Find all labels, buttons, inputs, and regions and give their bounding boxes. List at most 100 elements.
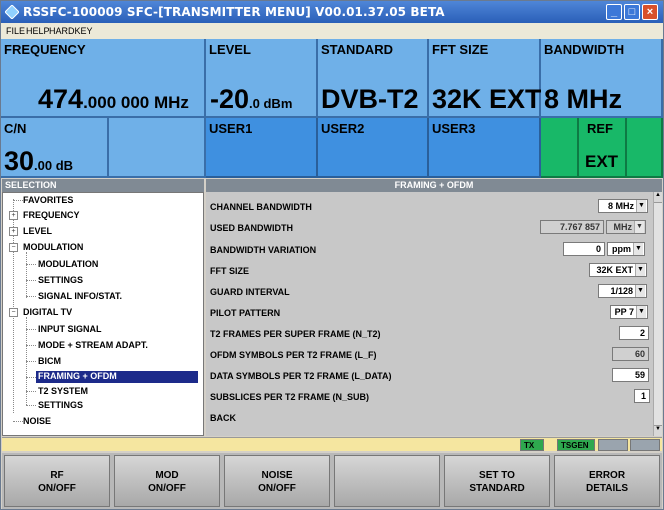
menu-hardkey[interactable]: HARDKEY [49, 26, 93, 36]
expand-level-icon[interactable]: + [9, 227, 18, 236]
title-bar: RSSFC-100009 SFC-[TRANSMITTER MENU] V00.… [1, 1, 663, 23]
frequency-fine-value: .000 000 MHz [83, 93, 189, 112]
data-symbols-input[interactable]: 59 [612, 368, 649, 382]
standard-value: DVB-T2 [321, 84, 419, 114]
tree-item-noise[interactable]: NOISE [23, 416, 51, 426]
tree-item-settings[interactable]: SETTINGS [38, 275, 83, 285]
user3-label: USER3 [432, 121, 476, 136]
fft-size-field[interactable]: FFT SIZE 32K EXT [429, 39, 542, 118]
bandwidth-variation-label: BANDWIDTH VARIATION [210, 245, 317, 255]
user2-label: USER2 [321, 121, 365, 136]
menu-help[interactable]: HELP [26, 26, 50, 36]
bandwidth-variation-input[interactable]: 0 [563, 242, 605, 256]
minimize-icon[interactable]: _ [606, 4, 622, 20]
tree-item-input-signal[interactable]: INPUT SIGNAL [38, 324, 102, 334]
set-to-standard-button[interactable]: SET TO STANDARD [444, 455, 550, 507]
tree-item-favorites[interactable]: FAVORITES [23, 195, 73, 205]
level-value: -20 [210, 84, 250, 114]
level-field[interactable]: LEVEL -20.0 dBm [206, 39, 318, 118]
tree-item-t2-system[interactable]: T2 SYSTEM [38, 386, 88, 396]
mod-onoff-button[interactable]: MOD ON/OFF [114, 455, 220, 507]
chevron-down-icon[interactable]: ▼ [636, 200, 646, 212]
green-cell-right [627, 118, 663, 178]
user1-label: USER1 [209, 121, 253, 136]
tsgen-indicator: TSGEN [557, 439, 595, 451]
frequency-label: FREQUENCY [4, 42, 86, 57]
green-cell-left [541, 118, 579, 178]
status-bar: TX TSGEN [2, 437, 662, 451]
subslices-input[interactable]: 1 [634, 389, 650, 403]
tx-indicator: TX [520, 439, 544, 451]
scroll-down-icon[interactable]: ▼ [654, 425, 662, 436]
cn-label: C/N [4, 121, 27, 136]
tree-item-level[interactable]: LEVEL [23, 226, 52, 236]
scroll-up-icon[interactable]: ▲ [654, 192, 662, 203]
channel-bandwidth-label: CHANNEL BANDWIDTH [210, 202, 312, 212]
chevron-down-icon[interactable]: ▼ [633, 243, 643, 255]
frequency-field[interactable]: FREQUENCY 474.000 000 MHz [1, 39, 206, 118]
ofdm-symbols-label: OFDM SYMBOLS PER T2 FRAME (L_F) [210, 350, 377, 360]
selection-tree: FAVORITES + FREQUENCY + LEVEL − MODULATI… [2, 192, 204, 436]
channel-bandwidth-select[interactable]: 8 MHz ▼ [598, 199, 648, 213]
maximize-icon[interactable]: □ [624, 4, 640, 20]
close-icon[interactable]: × [642, 4, 658, 20]
empty-header-cell [109, 118, 206, 178]
pilot-pattern-label: PILOT PATTERN [210, 308, 281, 318]
cn-field[interactable]: C/N 30.00 dB [1, 118, 109, 178]
tree-item-mode-stream[interactable]: MODE + STREAM ADAPT. [38, 340, 148, 350]
level-fine-value: .0 dBm [249, 96, 293, 111]
bandwidth-field[interactable]: BANDWIDTH 8 MHz [541, 39, 663, 118]
bandwidth-value: 8 MHz [544, 84, 623, 114]
user3-field[interactable]: USER3 [429, 118, 541, 178]
standard-field[interactable]: STANDARD DVB-T2 [318, 39, 429, 118]
tree-item-digital-tv[interactable]: DIGITAL TV [23, 307, 72, 317]
chevron-down-icon[interactable]: ▼ [635, 285, 645, 297]
user2-field[interactable]: USER2 [318, 118, 429, 178]
collapse-digital-tv-icon[interactable]: − [9, 308, 18, 317]
chevron-down-icon[interactable]: ▼ [636, 306, 646, 318]
rf-onoff-button[interactable]: RF ON/OFF [4, 455, 110, 507]
user1-field[interactable]: USER1 [206, 118, 318, 178]
fft-size-select[interactable]: 32K EXT ▼ [589, 263, 647, 277]
standard-label: STANDARD [321, 42, 393, 57]
t2-frames-input[interactable]: 2 [619, 326, 649, 340]
tree-item-modulation-sub[interactable]: MODULATION [38, 259, 98, 269]
fft-size-value: 32K EXT [432, 84, 542, 114]
pilot-pattern-select[interactable]: PP 7 ▼ [610, 305, 648, 319]
noise-onoff-button[interactable]: NOISE ON/OFF [224, 455, 330, 507]
error-details-button[interactable]: ERROR DETAILS [554, 455, 660, 507]
fft-size-label: FFT SIZE [210, 266, 249, 276]
subslices-label: SUBSLICES PER T2 FRAME (N_SUB) [210, 392, 370, 402]
status-cell-empty-1 [598, 439, 628, 451]
empty-softkey[interactable] [334, 455, 440, 507]
ref-value: EXT [585, 152, 619, 171]
tree-item-signal-info[interactable]: SIGNAL INFO/STAT. [38, 291, 122, 301]
status-cell-empty-2 [630, 439, 660, 451]
window-title: RSSFC-100009 SFC-[TRANSMITTER MENU] V00.… [23, 5, 445, 19]
fft-size-label: FFT SIZE [432, 42, 489, 57]
tree-item-framing-ofdm[interactable]: FRAMING + OFDM [36, 371, 198, 383]
panel-header: FRAMING + OFDM [206, 179, 662, 192]
frequency-value: 474 [38, 84, 84, 114]
used-bandwidth-value: 7.767 857 [540, 220, 604, 234]
main-window: RSSFC-100009 SFC-[TRANSMITTER MENU] V00.… [0, 0, 664, 510]
back-button[interactable]: BACK [210, 413, 236, 423]
menu-bar: FILE HELP HARDKEY [1, 23, 663, 39]
expand-frequency-icon[interactable]: + [9, 211, 18, 220]
tree-item-settings-dtv[interactable]: SETTINGS [38, 400, 83, 410]
app-diamond-icon [5, 5, 19, 19]
framing-ofdm-panel: CHANNEL BANDWIDTH 8 MHz ▼ USED BANDWIDTH … [206, 192, 662, 436]
bandwidth-variation-unit[interactable]: ppm ▼ [607, 242, 645, 256]
menu-file[interactable]: FILE [6, 26, 25, 36]
collapse-modulation-icon[interactable]: − [9, 243, 18, 252]
chevron-down-icon[interactable]: ▼ [635, 264, 645, 276]
guard-interval-select[interactable]: 1/128 ▼ [598, 284, 647, 298]
panel-scrollbar[interactable]: ▲ ▼ [653, 192, 662, 436]
used-bandwidth-label: USED BANDWIDTH [210, 223, 293, 233]
tree-item-frequency[interactable]: FREQUENCY [23, 210, 80, 220]
bandwidth-label: BANDWIDTH [544, 42, 625, 57]
tree-item-bicm[interactable]: BICM [38, 356, 61, 366]
tree-item-modulation[interactable]: MODULATION [23, 242, 83, 252]
ref-field[interactable]: REF EXT [579, 118, 627, 178]
cn-value: 30 [4, 146, 35, 176]
